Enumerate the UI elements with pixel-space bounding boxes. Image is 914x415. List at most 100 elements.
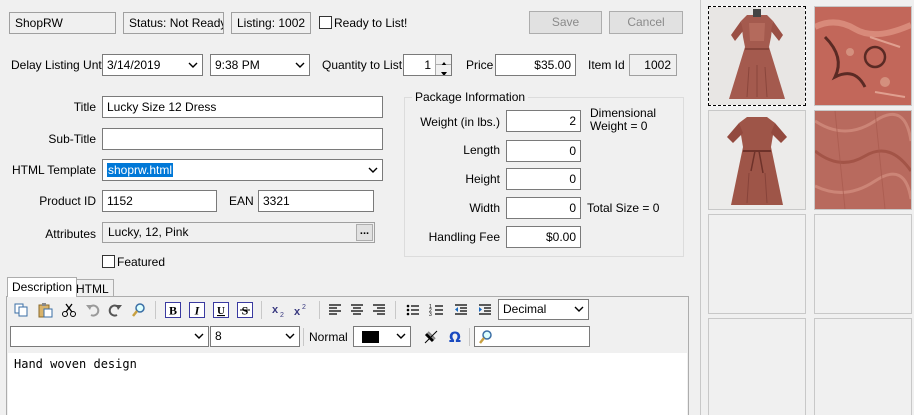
ean-field[interactable]: 3321 <box>258 190 374 212</box>
price-field[interactable]: $35.00 <box>495 54 576 76</box>
svg-text:Ω: Ω <box>449 330 461 345</box>
underline-icon[interactable]: U <box>211 300 231 320</box>
chevron-down-icon <box>294 60 306 70</box>
save-button[interactable]: Save <box>529 11 602 34</box>
bold-icon[interactable]: B <box>163 300 183 320</box>
gallery-empty-slot[interactable] <box>814 214 912 314</box>
outdent-icon[interactable] <box>451 300 471 320</box>
dimensional-weight-label-2: Weight = 0 <box>590 119 648 133</box>
cancel-button[interactable]: Cancel <box>609 11 683 34</box>
status-box: Status: Not Ready <box>123 12 224 34</box>
subtitle-field[interactable] <box>102 128 383 150</box>
svg-text:x: x <box>294 306 301 318</box>
product-id-field[interactable]: 1152 <box>102 190 217 212</box>
find-input[interactable] <box>474 326 590 347</box>
gallery-image-embroidery[interactable] <box>813 6 913 106</box>
attributes-label: Attributes <box>45 227 96 241</box>
handling-fee-field[interactable]: $0.00 <box>506 226 581 248</box>
tab-description[interactable]: Description <box>7 277 78 297</box>
title-label: Title <box>73 100 96 114</box>
date-dropdown[interactable]: 3/14/2019 <box>102 54 203 76</box>
title-field[interactable]: Lucky Size 12 Dress <box>102 96 383 118</box>
quantity-stepper[interactable]: 1 <box>403 54 452 76</box>
text-color-swatch <box>362 331 379 343</box>
gallery-empty-slot[interactable] <box>708 214 806 314</box>
paste-icon[interactable] <box>35 300 55 320</box>
undo-icon[interactable] <box>83 300 103 320</box>
quantity-value: 1 <box>424 58 431 72</box>
item-id-label: Item Id <box>588 58 625 72</box>
text-color-dropdown[interactable] <box>353 326 411 347</box>
font-size-value: 8 <box>215 329 222 343</box>
special-character-icon[interactable]: Ω <box>445 327 465 347</box>
chevron-down-icon <box>193 331 205 341</box>
copy-icon[interactable] <box>11 300 31 320</box>
height-label: Height <box>465 172 500 186</box>
align-left-icon[interactable] <box>325 300 345 320</box>
price-label: Price <box>466 58 494 72</box>
link-icon[interactable] <box>421 327 441 347</box>
featured-checkbox[interactable] <box>102 255 115 268</box>
attributes-browse-button[interactable]: ... <box>356 224 373 241</box>
package-info-title: Package Information <box>412 90 529 104</box>
align-center-icon[interactable] <box>347 300 367 320</box>
time-dropdown[interactable]: 9:38 PM <box>210 54 310 76</box>
chevron-down-icon <box>573 304 585 314</box>
gallery-empty-slot[interactable] <box>708 318 806 415</box>
align-right-icon[interactable] <box>369 300 389 320</box>
chevron-down-icon <box>367 165 379 175</box>
ready-to-list-checkbox[interactable] <box>319 16 332 29</box>
toolbar-divider <box>303 328 304 346</box>
html-template-label: HTML Template <box>11 163 96 177</box>
gallery-image-dress-back[interactable] <box>708 110 806 210</box>
cut-icon[interactable] <box>59 300 79 320</box>
dress-front-photo-icon <box>709 7 805 105</box>
attributes-value: Lucky, 12, Pink <box>108 225 189 239</box>
list-style-value: Decimal <box>503 302 547 316</box>
store-name-box: ShopRW <box>9 12 116 34</box>
bullet-list-icon[interactable] <box>403 300 423 320</box>
height-field[interactable]: 0 <box>506 168 581 190</box>
description-text-area[interactable]: Hand woven design <box>8 353 687 415</box>
image-gallery <box>700 0 914 415</box>
toolbar-divider <box>319 301 320 319</box>
chevron-down-icon <box>284 331 296 341</box>
featured-label: Featured <box>117 255 166 269</box>
html-template-dropdown[interactable]: shoprw.html <box>102 159 383 181</box>
subtitle-label: Sub-Title <box>48 132 96 146</box>
ready-to-list-label: Ready to List! <box>334 16 408 30</box>
strikethrough-icon[interactable]: S <box>235 300 255 320</box>
font-size-dropdown[interactable]: 8 <box>210 326 300 347</box>
superscript-icon[interactable]: x2 <box>291 300 311 320</box>
delay-listing-label: Delay Listing Until <box>11 58 108 72</box>
list-style-dropdown[interactable]: Decimal <box>498 299 589 320</box>
gallery-image-fabric[interactable] <box>814 110 913 210</box>
width-label: Width <box>469 201 500 215</box>
width-field[interactable]: 0 <box>506 197 581 219</box>
total-size-label: Total Size = 0 <box>587 201 660 215</box>
time-value: 9:38 PM <box>215 58 260 72</box>
ean-label: EAN <box>229 194 254 208</box>
tab-html[interactable]: HTML <box>71 279 114 297</box>
svg-text:2: 2 <box>280 312 284 318</box>
stepper-up-icon[interactable] <box>435 55 451 66</box>
gallery-empty-slot[interactable] <box>814 318 912 415</box>
font-name-dropdown[interactable] <box>10 326 209 347</box>
paragraph-style-label[interactable]: Normal <box>309 329 348 345</box>
gallery-image-dress-front[interactable] <box>708 6 806 106</box>
subscript-icon[interactable]: x2 <box>269 300 289 320</box>
product-id-label: Product ID <box>39 194 96 208</box>
stepper-down-icon[interactable] <box>435 65 451 75</box>
weight-field[interactable]: 2 <box>506 110 581 132</box>
numbered-list-icon[interactable]: 123 <box>427 300 447 320</box>
date-value: 3/14/2019 <box>107 58 161 72</box>
length-field[interactable]: 0 <box>506 140 581 162</box>
attributes-field[interactable]: Lucky, 12, Pink <box>102 222 375 243</box>
redo-icon[interactable] <box>105 300 125 320</box>
toolbar-divider <box>469 328 470 346</box>
indent-icon[interactable] <box>475 300 495 320</box>
find-icon[interactable] <box>129 300 149 320</box>
italic-icon[interactable]: I <box>187 300 207 320</box>
length-label: Length <box>463 143 500 157</box>
html-template-value: shoprw.html <box>107 163 174 177</box>
